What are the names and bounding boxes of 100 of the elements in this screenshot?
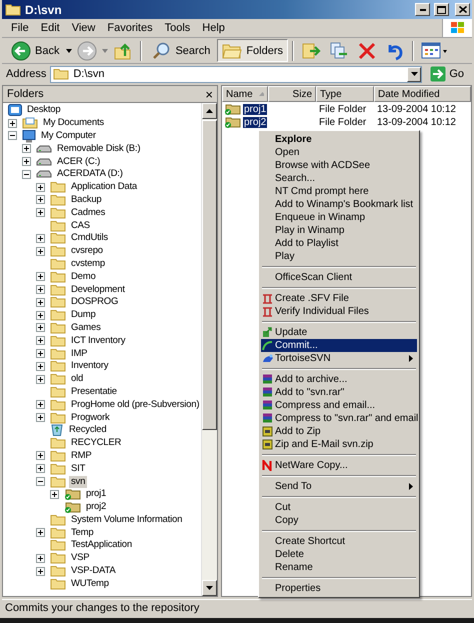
- go-button[interactable]: Go: [426, 66, 468, 82]
- tree-item[interactable]: Dump: [69, 309, 98, 322]
- tree-item[interactable]: Removable Disk (B:): [55, 142, 142, 155]
- expand-icon[interactable]: [36, 400, 45, 410]
- tree-item[interactable]: Desktop: [25, 104, 62, 116]
- menu-item[interactable]: Edit: [34, 21, 66, 35]
- back-button[interactable]: Back: [6, 39, 64, 62]
- search-button[interactable]: Search: [146, 39, 216, 62]
- expand-icon[interactable]: [36, 285, 45, 294]
- tree-item[interactable]: proj2: [84, 501, 108, 514]
- context-menu-item[interactable]: Search...: [261, 172, 417, 185]
- expand-icon[interactable]: [36, 528, 45, 538]
- tree-item[interactable]: IMP: [69, 348, 90, 360]
- tree-item[interactable]: old: [69, 373, 86, 386]
- context-menu-item[interactable]: Add to Zip: [261, 425, 417, 438]
- tree-item[interactable]: Games: [69, 322, 103, 334]
- column-header[interactable]: Type: [316, 86, 374, 102]
- context-menu-item[interactable]: Zip and E-Mail svn.zip: [261, 438, 417, 451]
- expand-icon[interactable]: [36, 246, 45, 256]
- context-menu-item[interactable]: Copy: [261, 514, 417, 527]
- context-menu-item[interactable]: Create Shortcut: [261, 535, 417, 548]
- tree-item[interactable]: VSP-DATA: [69, 565, 118, 578]
- dropdown-button[interactable]: [407, 66, 422, 82]
- tree-item[interactable]: cvsrepo: [69, 245, 105, 258]
- context-menu-item[interactable]: Explore: [261, 133, 417, 146]
- context-menu-item[interactable]: Play: [261, 250, 417, 263]
- tree-item[interactable]: proj1: [84, 488, 108, 500]
- context-menu-item[interactable]: Browse with ACDSee: [261, 159, 417, 172]
- tree-item[interactable]: Demo: [69, 270, 98, 283]
- tree-item[interactable]: ACERDATA (D:): [55, 168, 125, 180]
- folders-button[interactable]: Folders: [217, 39, 288, 62]
- tree-item[interactable]: ACER (C:): [55, 156, 102, 168]
- menu-item[interactable]: View: [66, 21, 102, 35]
- expand-icon[interactable]: [36, 566, 45, 576]
- expand-icon[interactable]: [36, 349, 45, 358]
- context-menu-item[interactable]: Delete: [261, 548, 417, 561]
- file-name[interactable]: proj2: [243, 116, 268, 128]
- context-menu-item[interactable]: Play in Winamp: [261, 224, 417, 237]
- context-menu-item[interactable]: Add to archive...: [261, 373, 417, 386]
- context-menu-item[interactable]: Properties: [261, 582, 417, 595]
- minimize-button[interactable]: [415, 3, 430, 16]
- context-menu-item[interactable]: NetWare Copy...: [261, 459, 417, 472]
- tree-item[interactable]: svn: [69, 476, 88, 488]
- context-menu-item[interactable]: Open: [261, 146, 417, 159]
- expand-icon[interactable]: [36, 182, 45, 192]
- maximize-button[interactable]: [434, 3, 449, 16]
- close-button[interactable]: [455, 3, 470, 16]
- context-menu-item[interactable]: Verify Individual Files: [261, 305, 417, 318]
- expand-icon[interactable]: [36, 310, 45, 320]
- expand-icon[interactable]: [36, 195, 45, 204]
- context-menu-item[interactable]: Compress and email...: [261, 399, 417, 412]
- tree-item[interactable]: System Volume Information: [69, 514, 184, 526]
- tree-item[interactable]: Development: [69, 284, 127, 296]
- expand-icon[interactable]: [8, 118, 17, 128]
- expand-icon[interactable]: [36, 234, 45, 243]
- expand-icon[interactable]: [50, 490, 59, 499]
- tree-item[interactable]: My Computer: [39, 130, 98, 142]
- file-name[interactable]: proj1: [243, 104, 268, 114]
- context-menu-item[interactable]: Send To: [261, 480, 417, 493]
- tree-item[interactable]: Cadmes: [69, 206, 108, 219]
- scrollbar[interactable]: [201, 103, 217, 596]
- expand-icon[interactable]: [36, 362, 45, 371]
- expand-icon[interactable]: [36, 298, 45, 307]
- tree-item[interactable]: CAS: [69, 220, 92, 232]
- context-menu-item[interactable]: Add to Playlist: [261, 237, 417, 250]
- expand-icon[interactable]: [36, 336, 45, 346]
- tree-item[interactable]: Inventory: [69, 360, 110, 372]
- menu-item[interactable]: Help: [196, 21, 231, 35]
- context-menu-item[interactable]: OfficeScan Client: [261, 271, 417, 284]
- context-menu-item[interactable]: Enqueue in Winamp: [261, 211, 417, 224]
- expand-icon[interactable]: [36, 464, 45, 474]
- context-menu-item[interactable]: Cut: [261, 501, 417, 514]
- tree-item[interactable]: VSP: [69, 552, 92, 564]
- tree-item[interactable]: ProgHome old (pre-Subversion): [69, 398, 201, 411]
- expand-icon[interactable]: [36, 323, 45, 332]
- tree-item[interactable]: RECYCLER: [69, 437, 124, 450]
- tree-item[interactable]: CmdUtils: [69, 232, 110, 244]
- context-menu-item[interactable]: Add to Winamp's Bookmark list: [261, 198, 417, 211]
- tree-item[interactable]: cvstemp: [69, 258, 107, 270]
- column-header[interactable]: Size: [268, 86, 316, 102]
- address-field[interactable]: D:\svn: [50, 66, 422, 82]
- tree-item[interactable]: ICT Inventory: [69, 334, 128, 347]
- tree-item[interactable]: Progwork: [69, 412, 112, 424]
- tree-item[interactable]: Application Data: [69, 181, 139, 194]
- context-menu-item[interactable]: Add to "svn.rar": [261, 386, 417, 399]
- menu-item[interactable]: File: [5, 21, 35, 35]
- close-button[interactable]: ×: [205, 88, 213, 100]
- expand-icon[interactable]: [22, 144, 31, 154]
- expand-icon[interactable]: [22, 157, 31, 166]
- context-menu-item[interactable]: Compress to "svn.rar" and email: [261, 412, 417, 425]
- collapse-icon[interactable]: [8, 131, 17, 140]
- expand-icon[interactable]: [36, 374, 45, 384]
- menu-item[interactable]: Tools: [158, 21, 196, 35]
- expand-icon[interactable]: [36, 272, 45, 282]
- expand-icon[interactable]: [36, 451, 45, 460]
- tree-item[interactable]: My Documents: [41, 117, 106, 130]
- expand-icon[interactable]: [36, 554, 45, 563]
- tree-item[interactable]: SIT: [69, 462, 88, 475]
- context-menu-item[interactable]: Create .SFV File: [261, 292, 417, 305]
- collapse-icon[interactable]: [22, 170, 31, 179]
